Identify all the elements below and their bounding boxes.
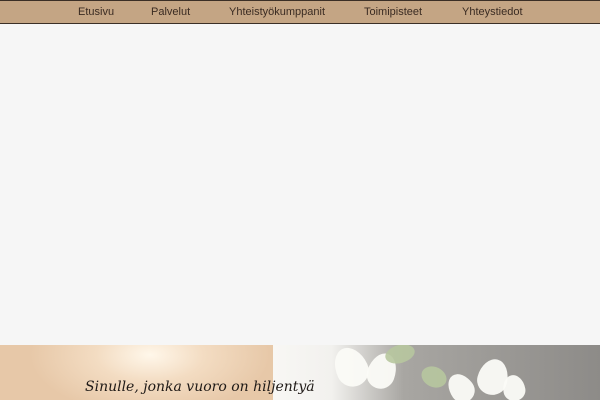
nav-item-palvelut[interactable]: Palvelut — [151, 5, 190, 19]
hero-banner: Sinulle, jonka vuoro on hiljentyä — [0, 345, 600, 400]
nav-item-toimipisteet[interactable]: Toimipisteet — [364, 5, 422, 19]
nav-item-etusivu[interactable]: Etusivu — [78, 5, 114, 19]
page: Etusivu Palvelut Yhteistyökumppanit Toim… — [0, 0, 600, 400]
hero-image-lilies — [273, 345, 600, 400]
lily-petal — [442, 368, 480, 400]
lily-leaf — [417, 362, 451, 392]
nav-item-yhteystiedot[interactable]: Yhteystiedot — [462, 5, 523, 19]
top-navigation-bar: Etusivu Palvelut Yhteistyökumppanit Toim… — [0, 0, 600, 24]
nav-item-yhteistyokumppanit[interactable]: Yhteistyökumppanit — [229, 5, 325, 19]
main-nav: Etusivu Palvelut Yhteistyökumppanit Toim… — [0, 1, 600, 23]
hero-tagline: Sinulle, jonka vuoro on hiljentyä — [85, 379, 315, 395]
